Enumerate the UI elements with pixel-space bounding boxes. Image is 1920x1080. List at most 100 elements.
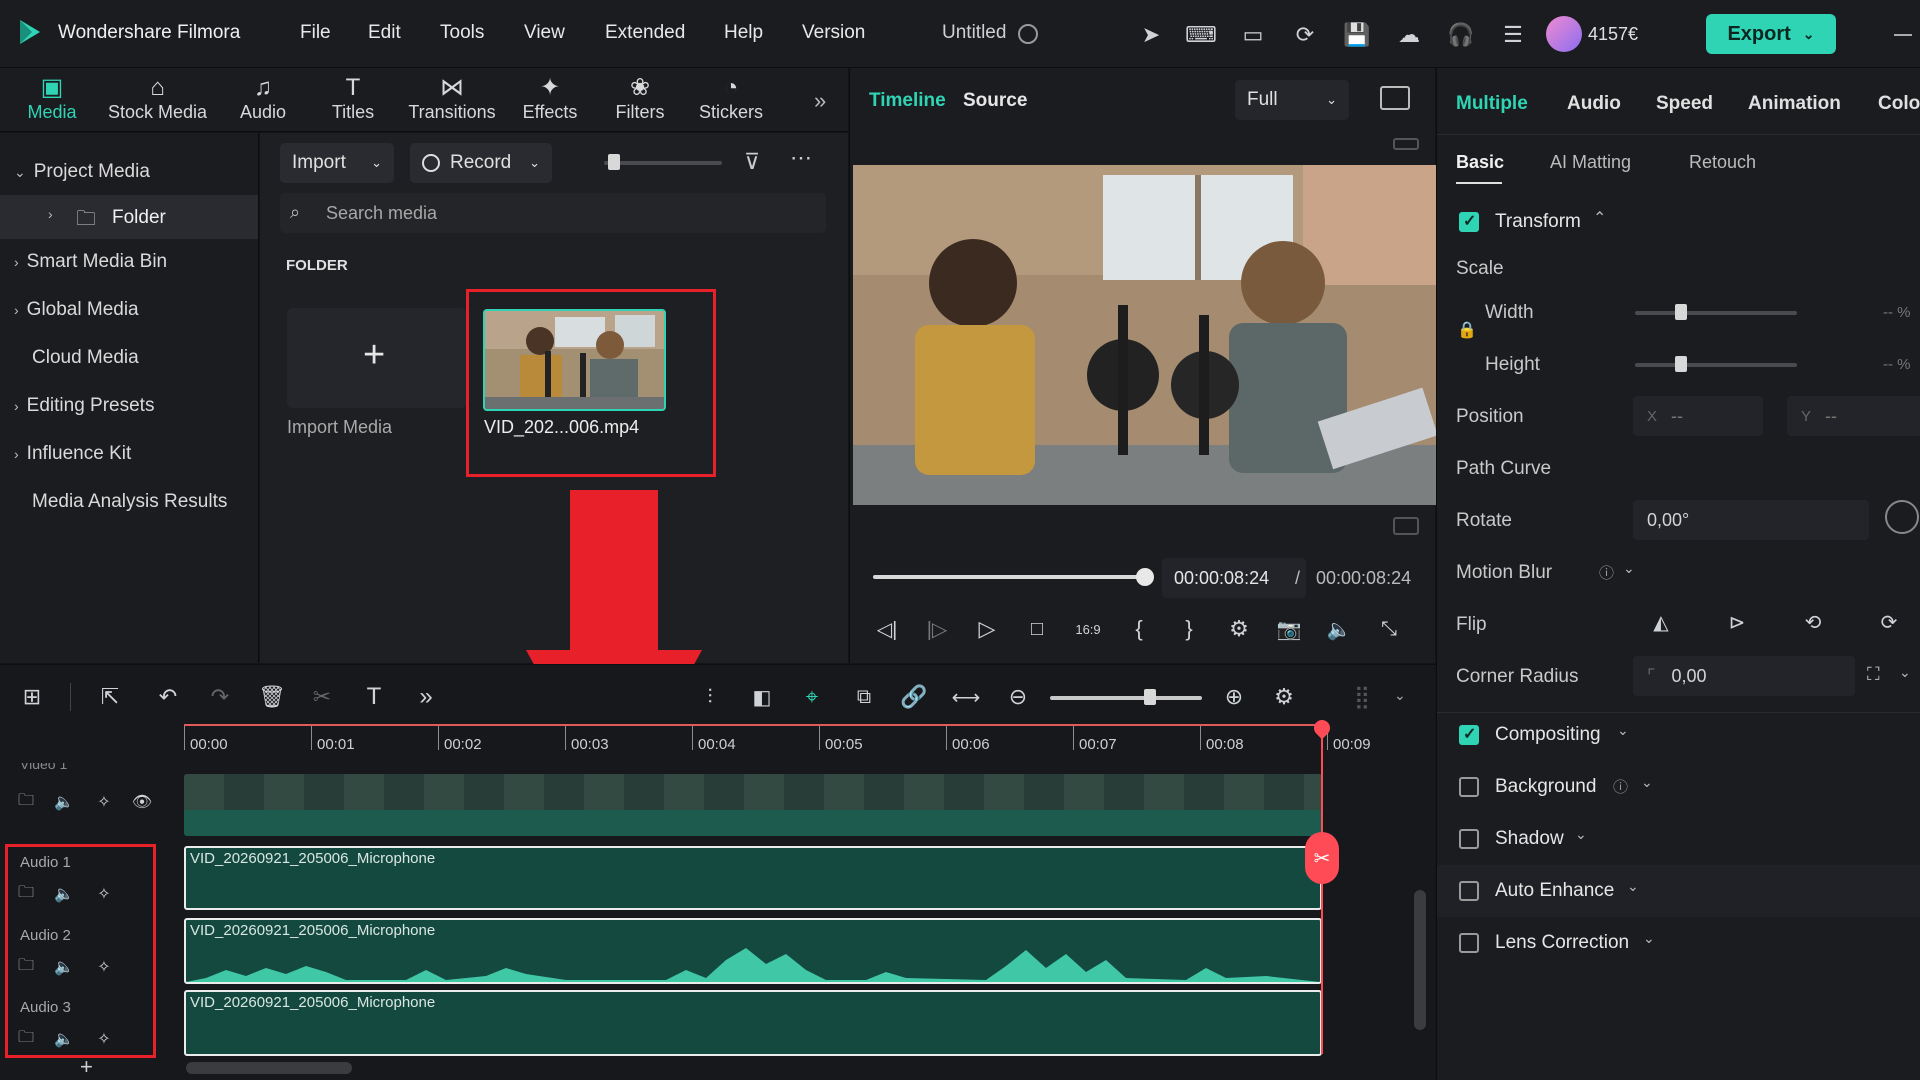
corner-radius-field[interactable]: ⌜ 0,00 — [1633, 656, 1855, 696]
snap-icon[interactable]: ⌖ — [796, 681, 828, 713]
width-value[interactable]: -- % — [1883, 304, 1911, 321]
delete-icon[interactable]: 🗑 — [256, 681, 288, 713]
fullscreen-icon[interactable]: ⤡ — [1374, 614, 1404, 644]
minimize-icon[interactable] — [1894, 34, 1912, 36]
sidebar-item-project-media[interactable]: ⌄ Project Media — [14, 161, 150, 183]
tab-media[interactable]: ▣ Media — [22, 74, 82, 130]
sidebar-item-media-analysis[interactable]: Media Analysis Results — [32, 491, 227, 513]
menu-list-icon[interactable]: ☰ — [1498, 20, 1528, 50]
audio-clip-3[interactable]: VID_20260921_205006_Microphone — [184, 990, 1322, 1056]
vertical-scrollbar[interactable] — [1414, 890, 1426, 1030]
menu-edit[interactable]: Edit — [368, 22, 401, 44]
folder-lock-icon[interactable]: 🗀 — [14, 790, 38, 814]
more-options-icon[interactable]: ⋯ — [790, 145, 812, 171]
height-slider-handle[interactable] — [1675, 356, 1687, 372]
transform-checkbox[interactable] — [1459, 211, 1479, 232]
select-tool-icon[interactable]: ⇱ — [94, 681, 126, 713]
volume-icon[interactable]: 🔈 — [1324, 614, 1354, 644]
zoom-in-icon[interactable]: ⊕ — [1218, 681, 1250, 713]
compositing-checkbox[interactable] — [1459, 724, 1479, 745]
subtab-retouch[interactable]: Retouch — [1689, 152, 1756, 173]
keyboard-icon[interactable]: ⌨ — [1185, 20, 1217, 50]
audio-clip-1[interactable]: VID_20260921_205006_Microphone — [184, 846, 1322, 910]
tab-stock-media[interactable]: ⌂ Stock Media — [100, 74, 215, 130]
play-frame-icon[interactable]: |▷ — [922, 614, 952, 644]
menu-version[interactable]: Version — [802, 22, 865, 44]
tab-speed[interactable]: Speed — [1656, 93, 1713, 115]
save-icon[interactable]: 💾 — [1342, 20, 1372, 50]
layout-grid-icon[interactable]: ⊞ — [16, 681, 48, 713]
fit-timeline-icon[interactable]: ⟷ — [950, 681, 982, 713]
snapshot-icon[interactable]: 📷 — [1274, 614, 1304, 644]
tab-titles[interactable]: T Titles — [320, 74, 386, 130]
chevron-down-icon[interactable]: ⌄ — [1617, 722, 1629, 739]
chevron-down-icon[interactable]: ⌄ — [1641, 774, 1653, 791]
sidebar-item-smart-media-bin[interactable]: › Smart Media Bin — [14, 251, 167, 273]
snapshot-quality-icon[interactable] — [1380, 86, 1410, 110]
replace-icon[interactable]: ⧉ — [848, 681, 880, 713]
split-scissors-button[interactable]: ✂ — [1305, 832, 1339, 884]
effects-toggle-icon[interactable]: ✧ — [92, 790, 116, 814]
more-tools-icon[interactable]: » — [410, 681, 442, 713]
layout-icon[interactable]: ▭ — [1238, 20, 1268, 50]
tab-animation[interactable]: Animation — [1748, 93, 1841, 115]
mark-in-icon[interactable]: { — [1124, 614, 1154, 644]
mute-icon[interactable]: 🔈 — [52, 955, 76, 979]
chevron-down-icon[interactable]: ⌄ — [1394, 687, 1406, 704]
sidebar-item-global-media[interactable]: › Global Media — [14, 299, 139, 321]
avatar[interactable] — [1546, 16, 1582, 52]
tab-filters[interactable]: ❀ Filters — [610, 74, 670, 130]
import-media-tile[interactable]: + — [287, 308, 467, 408]
sidebar-item-influence-kit[interactable]: › Influence Kit — [14, 443, 131, 465]
info-icon[interactable]: ⓘ — [1599, 562, 1614, 583]
link-icon[interactable]: 🔗 — [898, 681, 930, 713]
redo-icon[interactable]: ↷ — [204, 681, 236, 713]
text-tool-icon[interactable]: T — [358, 681, 390, 713]
video-clip[interactable] — [184, 774, 1322, 836]
cloud-sync-icon[interactable]: ⟳ — [1290, 20, 1320, 50]
audio-clip-2[interactable]: VID_20260921_205006_Microphone — [184, 918, 1322, 984]
tab-color[interactable]: Colo — [1878, 93, 1920, 115]
menu-view[interactable]: View — [524, 22, 565, 44]
sidebar-item-editing-presets[interactable]: › Editing Presets — [14, 395, 154, 417]
corner-expand-icon[interactable]: ⛶ — [1867, 664, 1880, 685]
tab-audio[interactable]: ♫ Audio — [232, 74, 294, 130]
slider-handle[interactable] — [608, 154, 620, 170]
width-slider[interactable] — [1635, 311, 1797, 315]
chevron-down-icon[interactable]: ⌄ — [1899, 664, 1911, 681]
folder-lock-icon[interactable]: 🗀 — [14, 1027, 38, 1051]
add-track-icon[interactable]: + — [80, 1054, 93, 1080]
timeline-zoom-slider[interactable] — [1050, 696, 1202, 700]
mute-icon[interactable]: 🔈 — [52, 1027, 76, 1051]
tab-multiple[interactable]: Multiple — [1456, 93, 1528, 115]
video-thumbnail[interactable] — [483, 309, 666, 411]
split-screen-icon[interactable]: ◧ — [746, 681, 778, 713]
visibility-eye-icon[interactable]: 👁 — [130, 790, 154, 814]
menu-file[interactable]: File — [300, 22, 331, 44]
shadow-checkbox[interactable] — [1459, 829, 1479, 849]
tab-transitions[interactable]: ⋈ Transitions — [404, 74, 500, 130]
export-button[interactable]: Export ⌄ — [1706, 14, 1836, 54]
track-options-icon[interactable]: ⣿ — [1346, 681, 1378, 713]
record-dropdown[interactable]: Record ⌄ — [410, 143, 552, 183]
auto-enhance-checkbox[interactable] — [1459, 881, 1479, 901]
rotate-right-icon[interactable]: ⟳ — [1875, 608, 1903, 636]
video-preview[interactable] — [853, 165, 1437, 505]
headset-icon[interactable]: 🎧 — [1446, 20, 1476, 50]
height-value[interactable]: -- % — [1883, 356, 1911, 373]
rotate-dial-icon[interactable] — [1885, 500, 1919, 534]
send-icon[interactable]: ➤ — [1136, 20, 1166, 50]
stop-icon[interactable]: □ — [1022, 614, 1052, 644]
menu-help[interactable]: Help — [724, 22, 763, 44]
sidebar-item-cloud-media[interactable]: Cloud Media — [32, 347, 139, 369]
effects-toggle-icon[interactable]: ✧ — [92, 882, 116, 906]
rotate-field[interactable]: 0,00° — [1633, 500, 1869, 540]
tab-stickers[interactable]: ◔ Stickers — [694, 74, 768, 130]
cut-icon[interactable]: ✂ — [306, 681, 338, 713]
subtab-ai-matting[interactable]: AI Matting — [1550, 152, 1631, 173]
mute-icon[interactable]: 🔈 — [52, 790, 76, 814]
subtab-basic[interactable]: Basic — [1456, 152, 1504, 173]
thumbnail-size-slider[interactable] — [604, 161, 722, 165]
chevron-down-icon[interactable]: ⌄ — [1623, 560, 1635, 577]
folder-lock-icon[interactable]: 🗀 — [14, 882, 38, 906]
